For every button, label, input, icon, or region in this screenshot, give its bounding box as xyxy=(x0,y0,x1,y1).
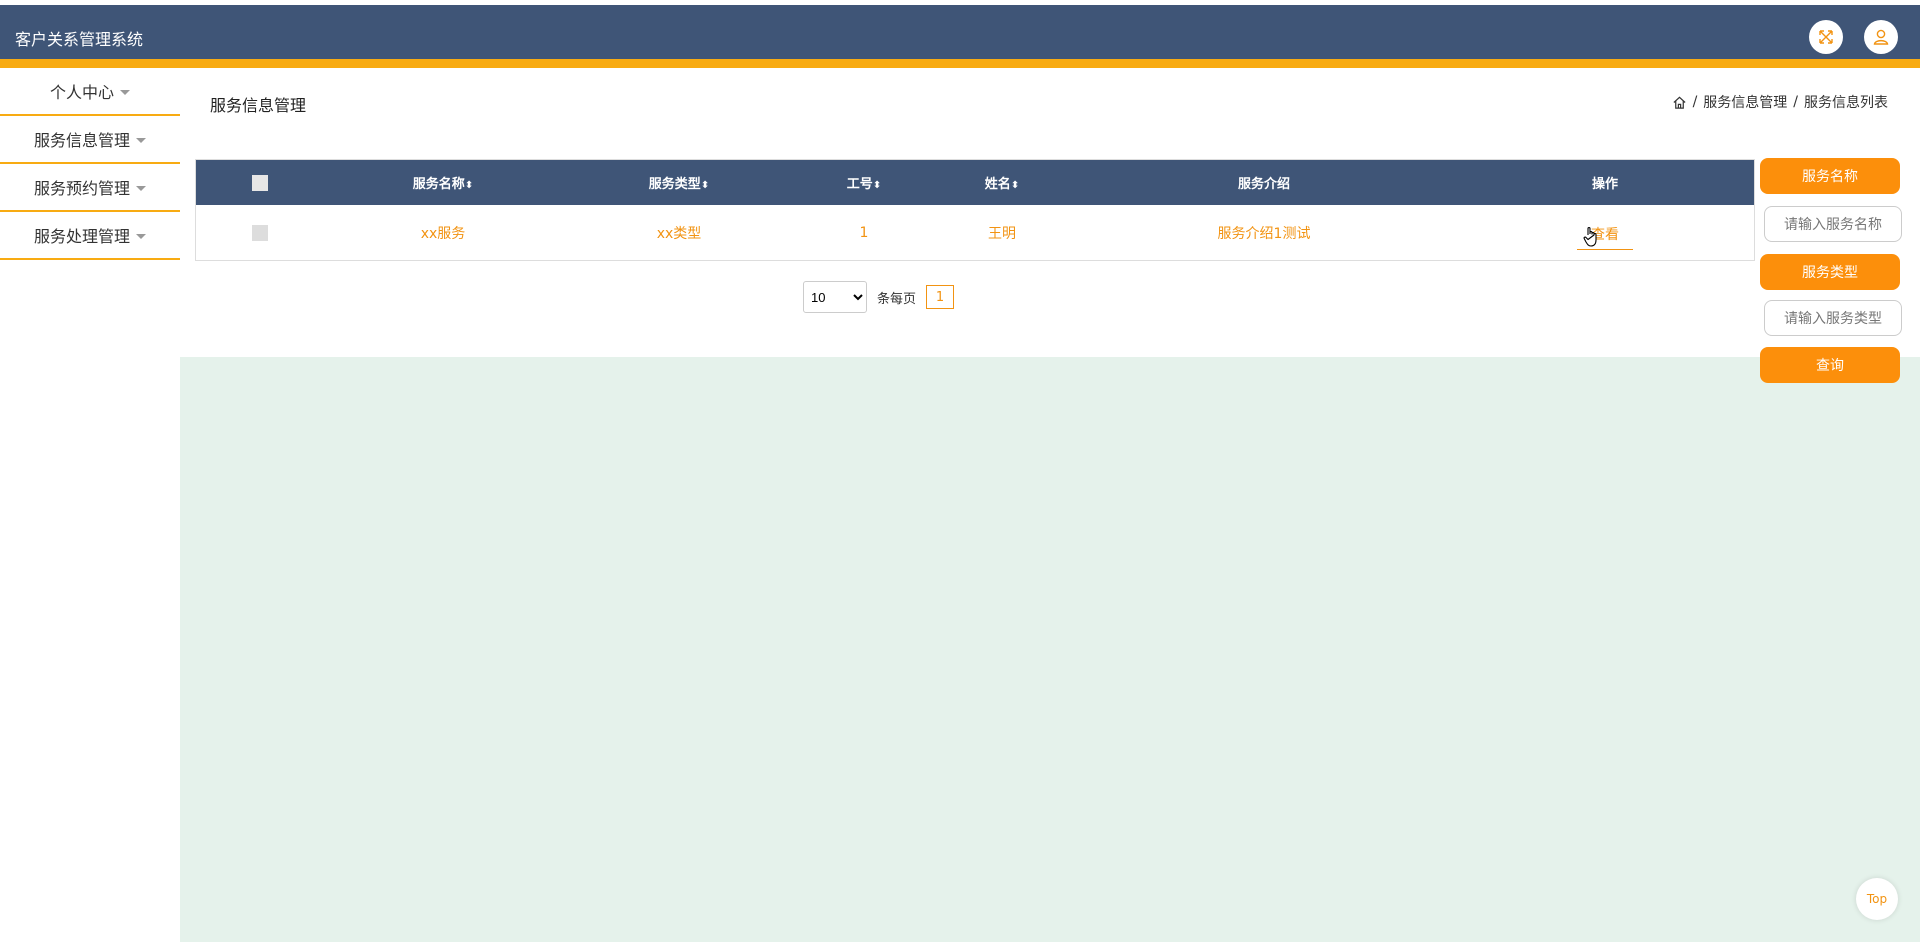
query-button[interactable]: 查询 xyxy=(1760,347,1900,383)
top-bar: 客户关系管理系统 xyxy=(0,5,1920,59)
service-type-input[interactable] xyxy=(1764,300,1902,336)
app-title: 客户关系管理系统 xyxy=(15,30,144,49)
column-header-person[interactable]: 姓名⬍ xyxy=(985,173,1019,192)
sort-icon: ⬍ xyxy=(700,180,710,191)
cell-intro: 服务介绍1测试 xyxy=(1217,225,1311,242)
column-header-name[interactable]: 服务名称⬍ xyxy=(413,173,473,192)
column-header-label: 操作 xyxy=(1591,177,1619,192)
sort-icon: ⬍ xyxy=(1010,180,1020,191)
chevron-down-icon xyxy=(120,89,130,95)
column-header-label: 服务类型 xyxy=(648,177,701,192)
content-background xyxy=(180,357,1920,942)
sidebar-item-label: 服务处理管理 xyxy=(33,227,130,246)
search-panel: 服务名称 服务类型 查询 xyxy=(1760,158,1902,383)
column-header-intro: 服务介绍 xyxy=(1238,173,1290,192)
breadcrumb-item: 服务信息列表 xyxy=(1804,95,1888,111)
cell-person: 王明 xyxy=(988,225,1016,242)
data-table: 服务名称⬍ 服务类型⬍ 工号⬍ 姓名⬍ 服务介绍 操作 xx服务 xx类型 1 … xyxy=(195,159,1755,261)
chevron-down-icon xyxy=(136,185,146,191)
hand-cursor-icon xyxy=(1583,227,1597,247)
service-type-label-button[interactable]: 服务类型 xyxy=(1760,254,1900,290)
sidebar-item-service-booking[interactable]: 服务预约管理 xyxy=(0,164,180,212)
column-header-label: 姓名 xyxy=(984,177,1011,192)
sidebar-item-service-handling[interactable]: 服务处理管理 xyxy=(0,212,180,260)
sidebar-item-service-info[interactable]: 服务信息管理 xyxy=(0,116,180,164)
per-page-label: 条每页 xyxy=(877,291,917,307)
sort-icon: ⬍ xyxy=(872,180,882,191)
column-header-type[interactable]: 服务类型⬍ xyxy=(649,173,709,192)
pagination: 10 条每页 1 xyxy=(803,281,955,313)
page-number-button[interactable]: 1 xyxy=(926,285,955,309)
sidebar-item-label: 服务预约管理 xyxy=(33,179,130,198)
cell-type: xx类型 xyxy=(656,225,702,242)
page-title: 服务信息管理 xyxy=(210,96,307,115)
page-size-select[interactable]: 10 xyxy=(803,281,867,313)
service-name-input[interactable] xyxy=(1764,206,1902,242)
sidebar-item-label: 服务信息管理 xyxy=(33,131,130,150)
home-icon[interactable] xyxy=(1672,95,1687,110)
breadcrumb-separator: / xyxy=(1692,94,1698,110)
fullscreen-button[interactable] xyxy=(1809,20,1843,54)
user-button[interactable] xyxy=(1864,20,1898,54)
column-header-action: 操作 xyxy=(1592,173,1618,192)
sort-icon: ⬍ xyxy=(464,180,474,191)
chevron-down-icon xyxy=(136,137,146,143)
cell-name: xx服务 xyxy=(420,225,466,242)
top-accent-bar xyxy=(0,59,1920,68)
sidebar: 个人中心 服务信息管理 服务预约管理 服务处理管理 xyxy=(0,68,180,260)
column-header-label: 服务名称 xyxy=(412,177,465,192)
row-checkbox[interactable] xyxy=(252,224,268,241)
cell-id: 1 xyxy=(859,224,869,241)
table-header: 服务名称⬍ 服务类型⬍ 工号⬍ 姓名⬍ 服务介绍 操作 xyxy=(196,160,1754,205)
breadcrumb: / 服务信息管理 / 服务信息列表 xyxy=(1672,92,1888,112)
sidebar-item-personal[interactable]: 个人中心 xyxy=(0,68,180,116)
column-header-label: 工号 xyxy=(846,177,873,192)
table-row: xx服务 xx类型 1 王明 服务介绍1测试 查看 xyxy=(196,205,1754,260)
chevron-down-icon xyxy=(136,233,146,239)
select-all-checkbox[interactable] xyxy=(252,174,268,191)
service-name-label-button[interactable]: 服务名称 xyxy=(1760,158,1900,194)
breadcrumb-item[interactable]: 服务信息管理 xyxy=(1703,92,1787,112)
column-header-label: 服务介绍 xyxy=(1237,177,1291,192)
back-to-top-button[interactable]: Top xyxy=(1856,878,1898,920)
breadcrumb-separator: / xyxy=(1793,94,1798,110)
fullscreen-icon xyxy=(1819,30,1833,44)
column-header-id[interactable]: 工号⬍ xyxy=(847,173,881,192)
sidebar-item-label: 个人中心 xyxy=(49,83,114,102)
user-icon xyxy=(1873,29,1889,45)
